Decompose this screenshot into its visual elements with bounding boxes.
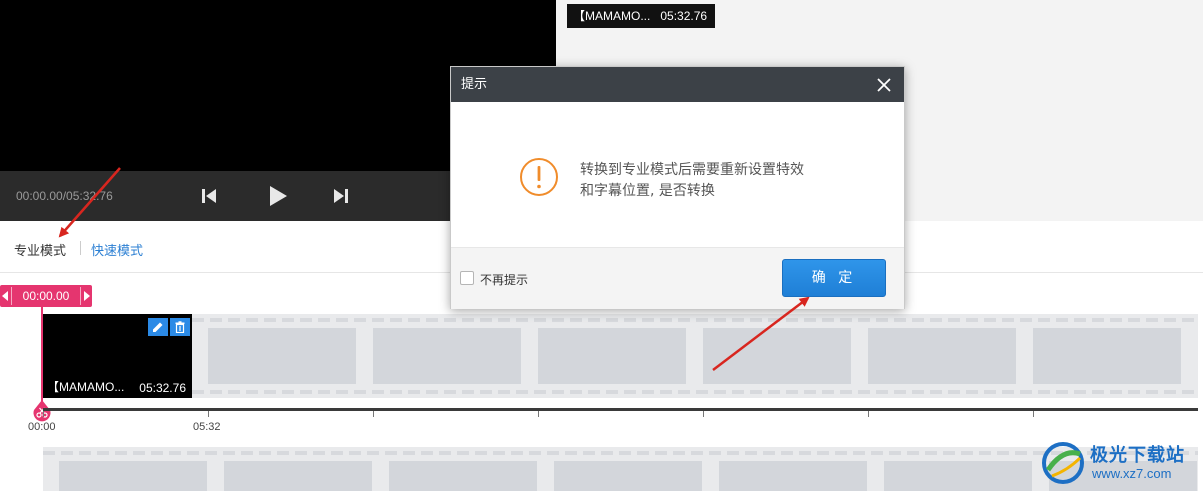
film-frame (389, 461, 537, 491)
watermark-logo-icon (1040, 440, 1086, 486)
film-frame (868, 328, 1016, 384)
playhead-step-forward-icon[interactable] (84, 291, 90, 301)
media-clip-duration: 05:32.76 (660, 9, 708, 23)
film-frame (59, 461, 207, 491)
playhead-step-back-icon[interactable] (2, 291, 8, 301)
dialog-message-line1: 转换到专业模式后需要重新设置特效 (580, 162, 804, 178)
warning-icon (519, 157, 559, 197)
media-thumbnail-label[interactable]: 【MAMAMO... 05:32.76 (567, 4, 715, 28)
ruler-tick (868, 411, 869, 417)
time-readout: 00:00.00/05:32.76 (16, 189, 113, 203)
playhead-time-tag[interactable]: 00:00.00 (0, 285, 92, 307)
play-icon[interactable] (264, 183, 290, 209)
dialog-title: 提示 (461, 77, 488, 92)
film-perforations-top (192, 318, 1198, 322)
clip-name: 【MAMAMO... (47, 380, 125, 394)
dialog-title-bar: 提示 (451, 67, 904, 102)
film-frame (719, 461, 867, 491)
fast-mode-tab[interactable]: 快速模式 (91, 240, 143, 259)
film-frame (1033, 328, 1181, 384)
pro-mode-tab[interactable]: 专业模式 (14, 240, 66, 259)
ruler-tick (43, 411, 44, 417)
timeline-clip[interactable]: 【MAMAMO... 05:32.76 (43, 314, 192, 398)
trash-icon[interactable] (170, 318, 190, 336)
confirm-dialog: 提示 转换到专业模式后需要重新设置特效 和字幕位置, 是否转换 不再提示 确 定 (450, 66, 905, 309)
ruler-tick (1033, 411, 1034, 417)
clip-duration: 05:32.76 (139, 381, 186, 395)
edit-icon[interactable] (148, 318, 168, 336)
dont-show-again-label[interactable]: 不再提示 (480, 271, 528, 288)
scissors-icon[interactable] (33, 400, 51, 422)
watermark: 极光下载站 www.xz7.com (1040, 438, 1200, 488)
dialog-message: 转换到专业模式后需要重新设置特效 和字幕位置, 是否转换 (580, 160, 850, 202)
media-clip-name: 【MAMAMO... (573, 9, 651, 23)
ruler-label: 05:32 (193, 421, 221, 433)
ruler-tick (538, 411, 539, 417)
dont-show-again-checkbox[interactable] (460, 271, 474, 285)
film-perforations-bottom (192, 390, 1198, 394)
playhead-line[interactable] (41, 307, 43, 407)
close-icon[interactable] (874, 74, 894, 94)
film-frame (538, 328, 686, 384)
dialog-message-line2: 和字幕位置, 是否转换 (580, 183, 715, 199)
video-track-placeholder (192, 314, 1198, 398)
skip-forward-icon[interactable] (328, 183, 354, 209)
clip-toolbar (148, 318, 190, 336)
ruler-tick (208, 411, 209, 417)
film-frame (208, 328, 356, 384)
time-ruler[interactable] (43, 408, 1198, 411)
skip-back-icon[interactable] (196, 183, 222, 209)
film-frame (884, 461, 1032, 491)
watermark-url: www.xz7.com (1092, 466, 1172, 481)
ruler-tick (703, 411, 704, 417)
ruler-tick (373, 411, 374, 417)
watermark-title: 极光下载站 (1090, 445, 1185, 466)
film-frame (373, 328, 521, 384)
secondary-track-placeholder (43, 447, 1198, 491)
ruler-label: 00:00 (28, 421, 56, 433)
dialog-footer: 不再提示 确 定 (451, 247, 904, 309)
film-frame (224, 461, 372, 491)
film-perforations-top (43, 451, 1198, 455)
mode-divider (80, 241, 81, 255)
film-frame (703, 328, 851, 384)
film-frame (554, 461, 702, 491)
dialog-body: 转换到专业模式后需要重新设置特效 和字幕位置, 是否转换 (451, 102, 904, 247)
playhead-time: 00:00.00 (11, 287, 81, 305)
confirm-button[interactable]: 确 定 (782, 259, 886, 297)
